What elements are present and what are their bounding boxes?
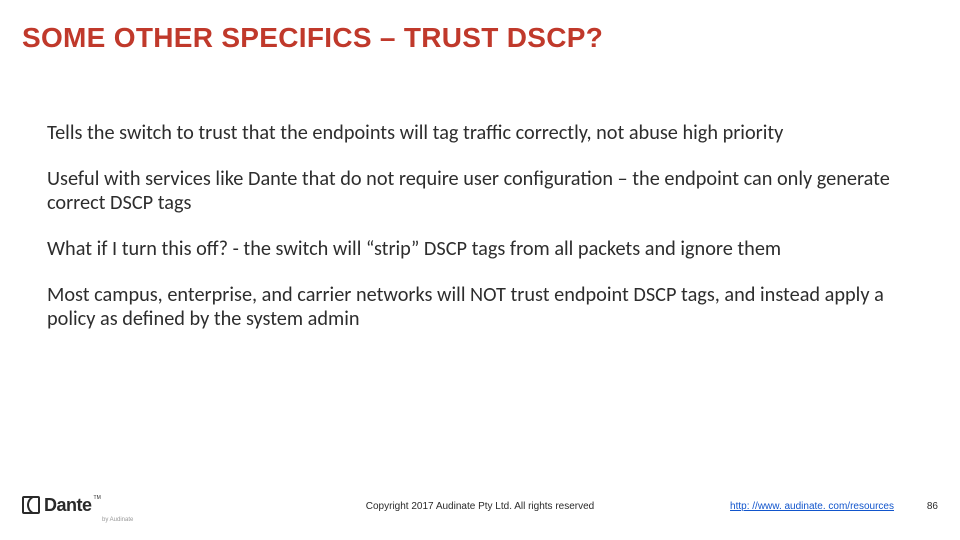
- dante-logo-byline: by Audinate: [102, 517, 133, 523]
- slide-body: Tells the switch to trust that the endpo…: [47, 122, 905, 354]
- dante-logo-tm: TM: [94, 496, 101, 501]
- slide-title: SOME OTHER SPECIFICS – TRUST DSCP?: [22, 22, 920, 54]
- footer: Dante TM by Audinate Copyright 2017 Audi…: [0, 498, 960, 526]
- dante-logo-icon: [22, 496, 40, 514]
- dante-logo: Dante TM: [22, 496, 101, 514]
- dante-logo-text: Dante: [44, 496, 92, 514]
- body-paragraph: What if I turn this off? - the switch wi…: [47, 238, 905, 262]
- body-paragraph: Useful with services like Dante that do …: [47, 168, 905, 216]
- resources-link[interactable]: http: //www. audinate. com/resources: [730, 501, 894, 512]
- page-number: 86: [927, 501, 938, 512]
- copyright-text: Copyright 2017 Audinate Pty Ltd. All rig…: [366, 501, 594, 512]
- body-paragraph: Most campus, enterprise, and carrier net…: [47, 284, 905, 332]
- body-paragraph: Tells the switch to trust that the endpo…: [47, 122, 905, 146]
- slide: SOME OTHER SPECIFICS – TRUST DSCP? Tells…: [0, 0, 960, 540]
